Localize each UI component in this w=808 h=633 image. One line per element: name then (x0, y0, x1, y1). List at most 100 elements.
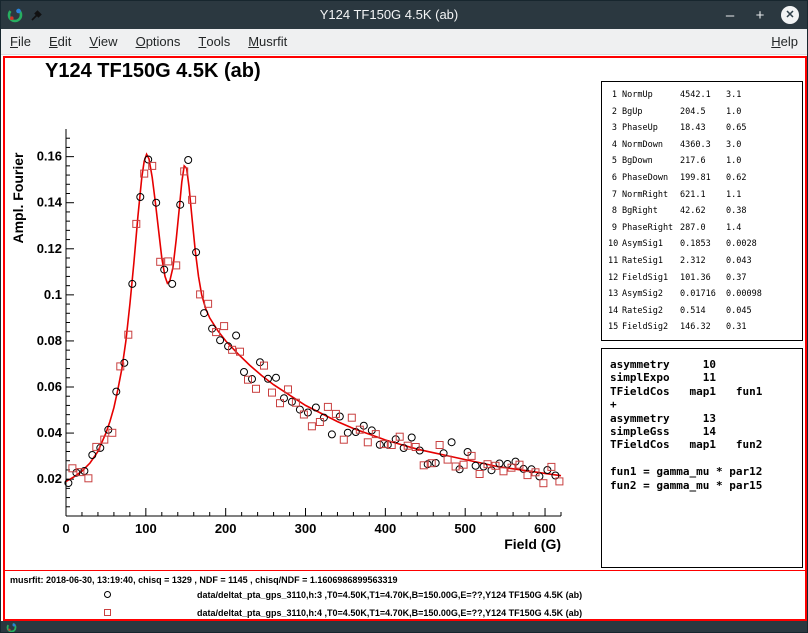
data-point (476, 471, 483, 478)
data-point (364, 439, 371, 446)
y-axis: 0.02 0.04 0.06 0.08 0.1 0.12 0.14 0.16 Ampl. Fou… (10, 129, 74, 516)
parameter-row: 15FieldSig2146.320.31 (608, 319, 802, 336)
parameter-box[interactable]: 1NormUp4542.13.12BgUp204.51.03PhaseUp18.… (601, 81, 803, 341)
application-window: Y124 TF150G 4.5K (ab) – + ✕ FileEditView… (0, 0, 808, 633)
svg-text:0.14: 0.14 (37, 195, 63, 210)
parameter-row: 8BgRight42.620.38 (608, 203, 802, 220)
parameter-row: 2BgUp204.51.0 (608, 104, 802, 121)
parameter-row: 6PhaseDown199.810.62 (608, 170, 802, 187)
musrfit-app-icon[interactable] (7, 7, 23, 23)
window-controls: – + ✕ (721, 5, 799, 25)
parameter-row: 14RateSig20.5140.045 (608, 303, 802, 320)
root-canvas[interactable]: Y124 TF150G 4.5K (ab) 010020030040050060… (3, 56, 807, 621)
legend: data/deltat_pta_gps_3110,h:3 ,T0=4.50K,T… (5, 586, 805, 622)
x-axis: 0100200300400500600Field (G) (62, 508, 561, 552)
circle-marker-icon (104, 591, 111, 598)
theory-line: fun1 = gamma_mu * par12 (610, 465, 802, 478)
theory-line: TFieldCos map1 fun1 (610, 385, 802, 398)
svg-text:0.1: 0.1 (44, 287, 62, 302)
data-point (185, 157, 192, 164)
minimize-button[interactable]: – (721, 6, 739, 24)
taskbar-strip (1, 621, 807, 633)
data-point (269, 389, 276, 396)
square-marker-icon (104, 609, 111, 616)
series-square (69, 162, 563, 486)
taskbar-app-icon[interactable] (6, 622, 17, 633)
menu-item-file[interactable]: File (1, 29, 40, 54)
y-axis-label: Ampl. Fourier (10, 152, 26, 244)
fit-stats: musrfit: 2018-06-30, 13:19:40, chisq = 1… (10, 575, 397, 585)
data-point (460, 461, 467, 468)
maximize-button[interactable]: + (751, 6, 769, 24)
theory-line: asymmetry 13 (610, 412, 802, 425)
data-point (344, 429, 351, 436)
svg-text:0.06: 0.06 (37, 379, 62, 394)
parameter-row: 4NormDown4360.33.0 (608, 137, 802, 154)
legend-entry: data/deltat_pta_gps_3110,h:4 ,T0=4.50K,T… (5, 604, 805, 622)
svg-text:0.08: 0.08 (37, 333, 62, 348)
parameter-row: 3PhaseUp18.430.65 (608, 120, 802, 137)
pad-divider (5, 570, 805, 571)
menu-item-edit[interactable]: Edit (40, 29, 80, 54)
data-point (233, 332, 240, 339)
menu-item-help[interactable]: Help (762, 29, 807, 54)
data-point (253, 385, 260, 392)
svg-text:0.02: 0.02 (37, 471, 62, 486)
data-point (201, 310, 208, 317)
data-point (273, 374, 280, 381)
data-point (300, 411, 307, 418)
data-point (85, 475, 92, 482)
data-point (408, 434, 415, 441)
data-point (217, 337, 224, 344)
svg-text:300: 300 (295, 521, 317, 536)
parameter-row: 5BgDown217.61.0 (608, 153, 802, 170)
theory-box[interactable]: asymmetry 10simplExpo 11TFieldCos map1 f… (601, 348, 803, 568)
theory-line (610, 452, 802, 465)
legend-entry: data/deltat_pta_gps_3110,h:3 ,T0=4.50K,T… (5, 586, 805, 604)
close-button[interactable]: ✕ (781, 6, 799, 24)
menu-item-view[interactable]: View (80, 29, 126, 54)
data-point (277, 400, 284, 407)
data-point (468, 452, 475, 459)
parameter-row: 12FieldSig1101.360.37 (608, 270, 802, 287)
menu-item-musrfit[interactable]: Musrfit (239, 29, 296, 54)
titlebar[interactable]: Y124 TF150G 4.5K (ab) – + ✕ (1, 1, 807, 29)
data-point (540, 480, 547, 487)
data-point (448, 439, 455, 446)
titlebar-icons (7, 7, 44, 23)
legend-label: data/deltat_pta_gps_3110,h:3 ,T0=4.50K,T… (197, 590, 582, 600)
parameter-row: 7NormRight621.11.1 (608, 187, 802, 204)
svg-text:0.12: 0.12 (37, 241, 62, 256)
theory-line: TFieldCos map1 fun2 (610, 438, 802, 451)
data-point (472, 462, 479, 469)
svg-text:600: 600 (534, 521, 556, 536)
svg-text:0: 0 (62, 521, 69, 536)
data-point (241, 369, 248, 376)
svg-text:0.04: 0.04 (37, 425, 63, 440)
x-axis-label: Field (G) (504, 536, 561, 552)
theory-line: + (610, 398, 802, 411)
svg-text:0.16: 0.16 (37, 149, 62, 164)
parameter-row: 1NormUp4542.13.1 (608, 87, 802, 104)
data-point (308, 423, 315, 430)
data-point (436, 442, 443, 449)
data-point (324, 403, 331, 410)
menu-item-options[interactable]: Options (127, 29, 190, 54)
legend-label: data/deltat_pta_gps_3110,h:4 ,T0=4.50K,T… (197, 608, 582, 618)
svg-text:200: 200 (215, 521, 237, 536)
data-point (500, 468, 507, 475)
theory-line: simpleGss 14 (610, 425, 802, 438)
data-point (165, 258, 172, 265)
data-point (340, 436, 347, 443)
menubar: FileEditViewOptionsToolsMusrfit Help (1, 29, 807, 55)
fourier-chart[interactable]: 0100200300400500600Field (G)0.020.040.06… (5, 58, 605, 563)
data-point (169, 280, 176, 287)
window-title: Y124 TF150G 4.5K (ab) (71, 7, 707, 22)
theory-line: simplExpo 11 (610, 371, 802, 384)
theory-line: fun2 = gamma_mu * par15 (610, 479, 802, 492)
parameter-row: 13AsymSig20.017160.00098 (608, 286, 802, 303)
svg-text:500: 500 (454, 521, 476, 536)
data-point (221, 323, 228, 330)
parameter-row: 11RateSig12.3120.043 (608, 253, 802, 270)
menu-item-tools[interactable]: Tools (189, 29, 239, 54)
